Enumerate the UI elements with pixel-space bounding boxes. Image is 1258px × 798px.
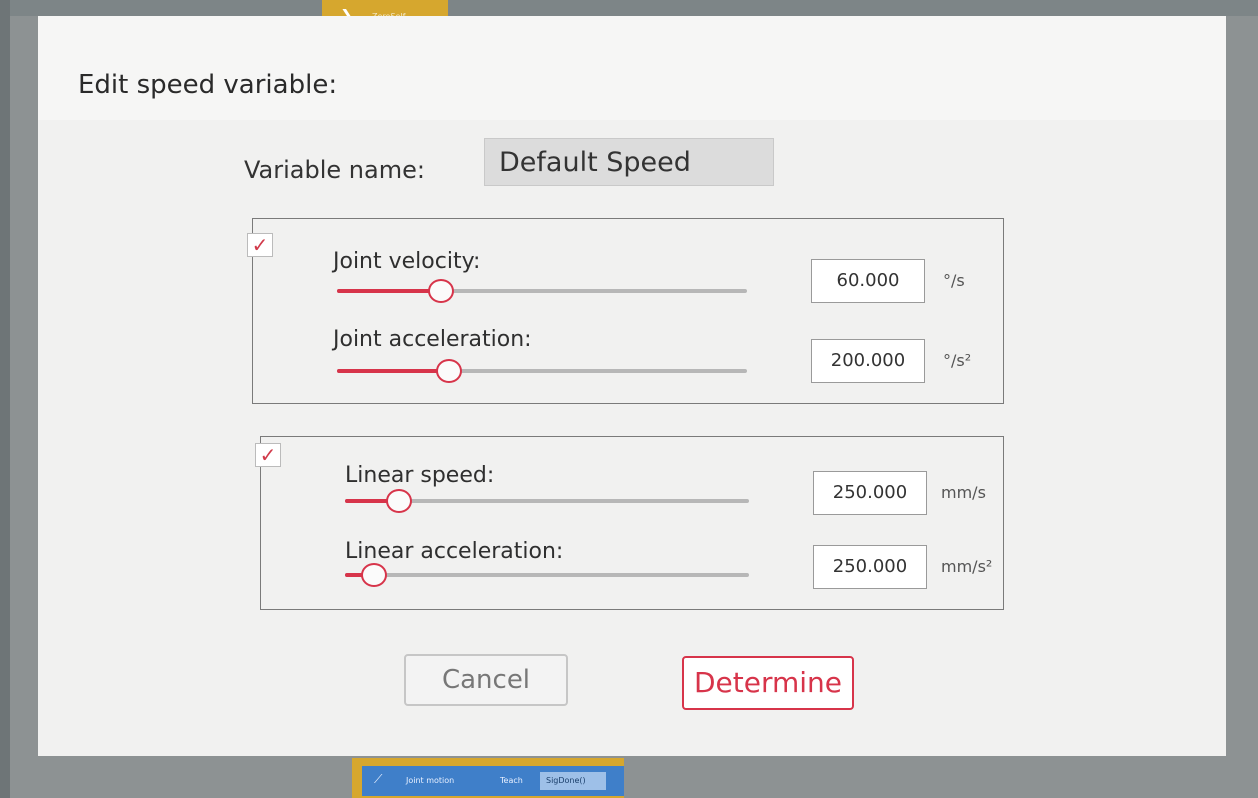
linear-acceleration-unit: mm/s² [941,557,993,576]
linear-acceleration-slider[interactable] [345,563,749,587]
cancel-button[interactable]: Cancel [404,654,568,706]
joint-enable-checkbox[interactable]: ✓ [247,233,273,257]
joint-velocity-fill [337,289,440,293]
dialog-header [38,16,1226,120]
linear-speed-thumb[interactable] [385,489,412,513]
linear-acceleration-thumb[interactable] [361,563,388,587]
joint-acceleration-label: Joint acceleration: [333,327,532,352]
teach-label: Teach [500,776,523,785]
joint-velocity-input[interactable]: 60.000 [811,259,925,303]
checkmark-icon: ✓ [251,233,269,257]
joint-acceleration-slider[interactable] [337,359,747,383]
joint-velocity-label: Joint velocity: [333,249,481,274]
determine-button[interactable]: Determine [682,656,854,710]
background-left [0,0,10,798]
variable-name-label: Variable name: [244,156,425,184]
linear-speed-label: Linear speed: [345,463,495,488]
linear-enable-checkbox[interactable]: ✓ [255,443,281,467]
joint-acceleration-thumb[interactable] [435,359,462,383]
linear-speed-slider[interactable] [345,489,749,513]
joint-velocity-slider[interactable] [337,279,747,303]
checkmark-icon: ✓ [259,443,277,467]
linear-speed-input[interactable]: 250.000 [813,471,927,515]
joint-motion-dropdown[interactable]: Joint motion [406,776,454,785]
joint-acceleration-fill [337,369,448,373]
signal-field[interactable]: SigDone() [540,772,606,790]
joint-acceleration-input[interactable]: 200.000 [811,339,925,383]
wand-icon: ⟋ [374,772,383,786]
joint-settings-group: ✓ Joint velocity: 60.000 °/s Joint accel… [247,218,1004,404]
signal-field-value: SigDone() [546,776,586,785]
linear-acceleration-input[interactable]: 250.000 [813,545,927,589]
linear-settings-group: ✓ Linear speed: 250.000 mm/s Linear acce… [255,436,1004,610]
bottom-block-bar[interactable]: ⟋ Joint motion Teach SigDone() [362,766,624,796]
joint-acceleration-unit: °/s² [943,351,972,370]
variable-name-field[interactable]: Default Speed [484,138,774,186]
background-top [0,0,1258,16]
dialog-title: Edit speed variable: [78,70,338,100]
edit-speed-dialog: Edit speed variable: Variable name: Defa… [38,16,1226,756]
joint-velocity-unit: °/s [943,271,965,290]
linear-speed-unit: mm/s [941,483,986,502]
joint-velocity-thumb[interactable] [427,279,454,303]
linear-acceleration-label: Linear acceleration: [345,539,564,564]
